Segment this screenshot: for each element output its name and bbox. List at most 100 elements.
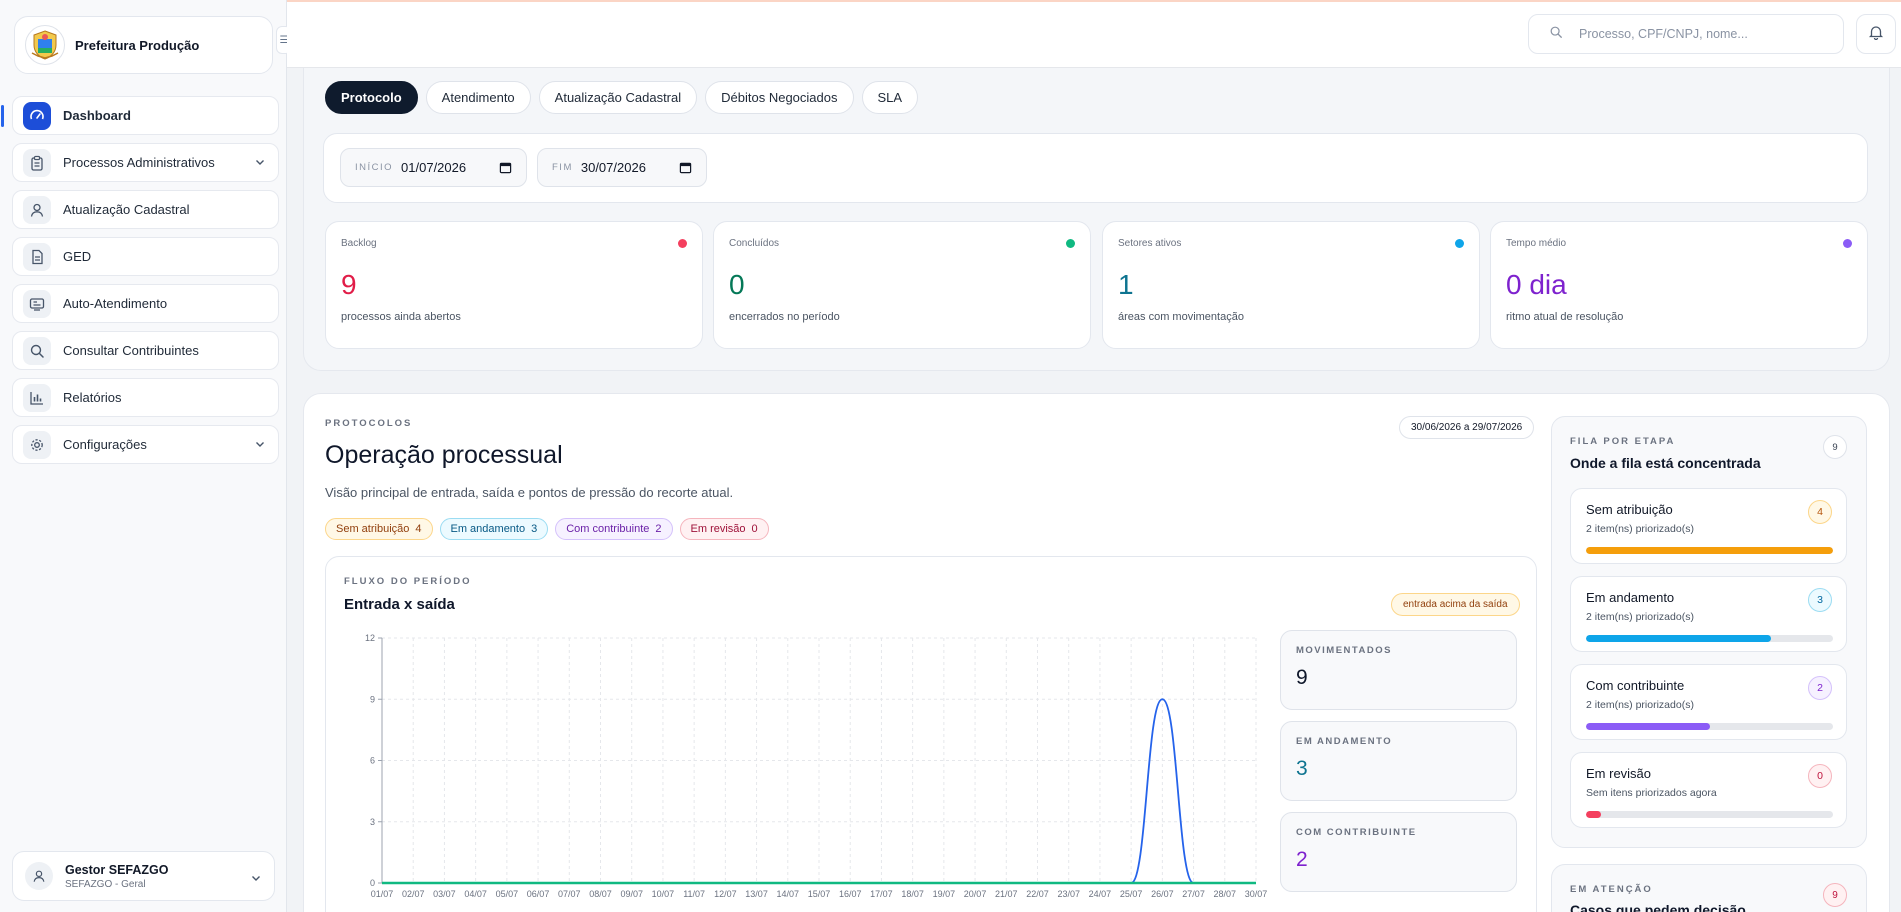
brand-title: Prefeitura Produção	[75, 37, 200, 53]
y-tick-label: 0	[370, 878, 375, 888]
stat-movimentados: MOVIMENTADOS 9	[1280, 630, 1517, 710]
start-date-field[interactable]: INÍCIO 01/07/2026	[340, 148, 527, 187]
queue-item-name: Com contribuinte	[1586, 678, 1685, 693]
clipboard-icon	[23, 148, 51, 177]
tab-sla[interactable]: SLA	[861, 81, 919, 114]
stat-value: 9	[1296, 666, 1308, 689]
tab-debitos-negociados[interactable]: Débitos Negociados	[705, 81, 854, 114]
x-tick-label: 20/07	[964, 889, 987, 899]
flow-eyebrow: FLUXO DO PERÍODO	[344, 576, 472, 587]
x-tick-label: 22/07	[1026, 889, 1049, 899]
queue-item-count: 3	[1808, 588, 1832, 612]
sidebar-item-atualizacao-cadastral[interactable]: Atualização Cadastral	[12, 190, 279, 229]
x-tick-label: 07/07	[558, 889, 581, 899]
sidebar-item-ged[interactable]: GED	[12, 237, 279, 276]
queue-item-name: Em revisão	[1586, 766, 1652, 781]
queue-item-count: 0	[1808, 764, 1832, 788]
x-tick-label: 14/07	[777, 889, 800, 899]
queue-item-com-contribuinte[interactable]: Com contribuinte 2 item(ns) priorizado(s…	[1570, 664, 1847, 740]
x-tick-label: 24/07	[1089, 889, 1112, 899]
status-dot	[1843, 239, 1852, 248]
section-title: Operação processual	[325, 441, 563, 469]
kpi-value: 1	[1118, 269, 1134, 300]
date-filter-card: INÍCIO 01/07/2026 FIM 30/07/2026	[323, 133, 1868, 203]
queue-item-sem-atribuicao[interactable]: Sem atribuição 2 item(ns) priorizado(s) …	[1570, 488, 1847, 564]
queue-item-count: 2	[1808, 676, 1832, 700]
flow-title: Entrada x saída	[344, 596, 455, 613]
queue-item-em-revisao[interactable]: Em revisão Sem itens priorizados agora 0	[1570, 752, 1847, 828]
y-tick-label: 3	[370, 817, 375, 827]
chip-em-revisao[interactable]: Em revisão 0	[679, 518, 769, 540]
x-tick-label: 19/07	[933, 889, 956, 899]
user-info: Gestor SEFAZGO SEFAZGO - Geral	[65, 863, 169, 890]
avatar	[25, 862, 53, 890]
kpi-label: Tempo médio	[1506, 238, 1567, 249]
stat-em-andamento: EM ANDAMENTO 3	[1280, 721, 1517, 801]
sidebar-item-auto-atendimento[interactable]: Auto-Atendimento	[12, 284, 279, 323]
chip-count: 4	[415, 523, 422, 535]
progress-fill	[1586, 635, 1772, 642]
notifications-button[interactable]	[1856, 14, 1896, 54]
queue-count-badge: 9	[1823, 435, 1847, 459]
queue-item-em-andamento[interactable]: Em andamento 2 item(ns) priorizado(s) 3	[1570, 576, 1847, 652]
attention-title: Casos que pedem decisão	[1570, 902, 1746, 912]
start-date-value: 01/07/2026	[401, 160, 467, 175]
user-menu[interactable]: Gestor SEFAZGO SEFAZGO - Geral	[12, 851, 275, 901]
sidebar-item-processos-administrativos[interactable]: Processos Administrativos	[12, 143, 279, 182]
sidebar-item-label: Configurações	[63, 437, 147, 452]
chip-label: Sem atribuição	[336, 523, 410, 535]
sidebar-item-configuracoes[interactable]: Configurações	[12, 425, 279, 464]
x-tick-label: 11/07	[683, 889, 705, 899]
date-range-badge: 30/06/2026 a 29/07/2026	[1399, 416, 1535, 439]
flow-line-chart: 0 3 6 9 12 01/07 02/07 03/07 04/07 05/07 06/07 07/0…	[365, 633, 1267, 899]
status-dot	[1066, 239, 1075, 248]
kpi-subtitle: áreas com movimentação	[1118, 311, 1244, 323]
x-tick-label: 23/07	[1057, 889, 1080, 899]
chip-sem-atribuicao[interactable]: Sem atribuição 4	[325, 518, 433, 540]
kpi-subtitle: encerrados no período	[729, 311, 840, 323]
x-tick-label: 17/07	[870, 889, 893, 899]
y-tick-label: 6	[370, 756, 375, 766]
end-date-field[interactable]: FIM 30/07/2026	[537, 148, 707, 187]
x-tick-label: 16/07	[839, 889, 862, 899]
flow-status-badge: entrada acima da saída	[1391, 593, 1520, 616]
stat-label: EM ANDAMENTO	[1296, 736, 1393, 747]
kpi-subtitle: processos ainda abertos	[341, 311, 461, 323]
brand-card[interactable]: Prefeitura Produção	[14, 16, 273, 74]
user-role: SEFAZGO - Geral	[65, 878, 146, 890]
chevron-down-icon	[250, 871, 262, 889]
x-tick-label: 18/07	[901, 889, 924, 899]
sidebar-item-dashboard[interactable]: Dashboard	[1, 96, 279, 135]
status-dot	[678, 239, 687, 248]
x-tick-label: 12/07	[714, 889, 737, 899]
x-tick-label: 01/07	[371, 889, 394, 899]
x-tick-label: 08/07	[589, 889, 612, 899]
gauge-icon	[23, 101, 51, 130]
kpi-backlog: Backlog 9 processos ainda abertos	[325, 221, 703, 349]
section-description: Visão principal de entrada, saída e pont…	[325, 485, 734, 500]
x-tick-label: 10/07	[652, 889, 675, 899]
x-tick-label: 04/07	[464, 889, 487, 899]
sidebar-item-relatorios[interactable]: Relatórios	[12, 378, 279, 417]
y-tick-label: 12	[365, 633, 375, 643]
stat-value: 2	[1296, 848, 1308, 871]
kiosk-icon	[23, 289, 51, 318]
sidebar-item-consultar-contribuintes[interactable]: Consultar Contribuintes	[12, 331, 279, 370]
stat-com-contribuinte: COM CONTRIBUINTE 2	[1280, 812, 1517, 892]
attention-count-badge: 9	[1823, 883, 1847, 907]
x-tick-label: 06/07	[527, 889, 550, 899]
chip-com-contribuinte[interactable]: Com contribuinte 2	[555, 518, 673, 540]
search-input[interactable]: Processo, CPF/CNPJ, nome...	[1528, 14, 1844, 54]
document-icon	[23, 242, 51, 271]
chip-em-andamento[interactable]: Em andamento 3	[439, 518, 549, 540]
tab-protocolo[interactable]: Protocolo	[325, 81, 418, 114]
chevron-down-icon	[254, 156, 266, 171]
tab-atualizacao-cadastral[interactable]: Atualização Cadastral	[538, 81, 698, 114]
bar-chart-icon	[23, 383, 51, 412]
progress-fill	[1586, 547, 1833, 554]
module-tabs: Protocolo Atendimento Atualização Cadast…	[325, 81, 919, 114]
end-date-label: FIM	[552, 162, 573, 173]
kpi-label: Backlog	[341, 238, 377, 249]
search-placeholder: Processo, CPF/CNPJ, nome...	[1579, 27, 1748, 41]
tab-atendimento[interactable]: Atendimento	[425, 81, 531, 114]
